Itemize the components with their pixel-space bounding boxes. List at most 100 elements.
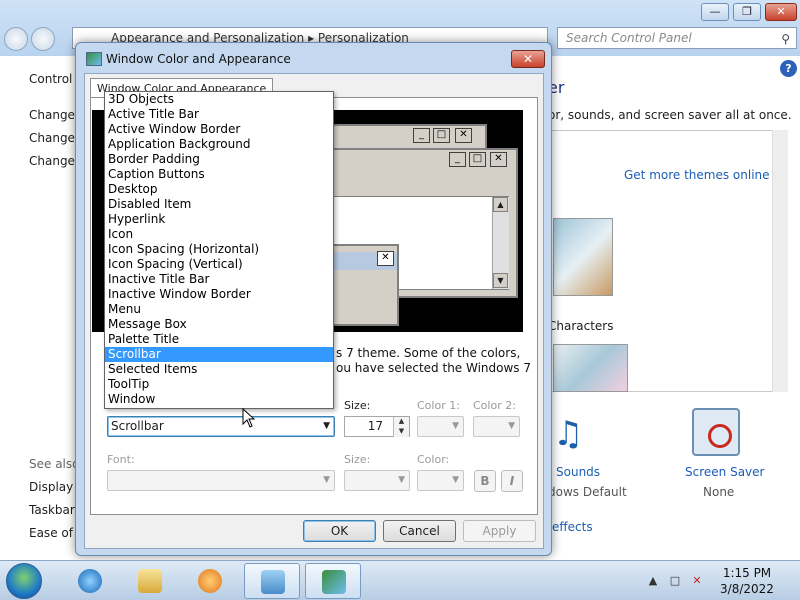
- control-panel-icon: [261, 570, 285, 594]
- item-select[interactable]: Scrollbar ▼: [107, 416, 335, 437]
- color1-label: Color 1:: [417, 399, 460, 412]
- minimize-button[interactable]: —: [701, 3, 729, 21]
- font-select[interactable]: ▼: [107, 470, 335, 491]
- preview-message-box: ✕: [327, 244, 399, 326]
- nav-link[interactable]: Change: [29, 131, 75, 145]
- theme-thumbnail[interactable]: [553, 218, 613, 296]
- effects-link[interactable]: effects: [552, 520, 593, 534]
- taskbar-item-control-panel[interactable]: [244, 563, 300, 599]
- theme-thumbnail[interactable]: [553, 344, 628, 392]
- clock-time[interactable]: 1:15 PM: [712, 566, 782, 580]
- size-stepper[interactable]: 17 ▲ ▼: [344, 416, 410, 437]
- network-icon[interactable]: □: [668, 574, 682, 588]
- dropdown-option[interactable]: Icon Spacing (Vertical): [105, 257, 333, 272]
- preview-scrollbar: ▲ ▼: [492, 197, 509, 289]
- minimize-icon: _: [449, 152, 466, 167]
- help-icon[interactable]: ?: [780, 60, 797, 77]
- taskbar-item-ie[interactable]: [62, 563, 118, 599]
- chevron-down-icon: ▼: [323, 421, 330, 431]
- font-size-select[interactable]: ▼: [344, 470, 410, 491]
- see-also-heading: See also: [29, 457, 80, 471]
- ok-button[interactable]: OK: [303, 520, 376, 542]
- display-settings-icon: [322, 570, 346, 594]
- apply-button[interactable]: Apply: [463, 520, 536, 542]
- chevron-down-icon: ▼: [398, 475, 405, 485]
- clock-date[interactable]: 3/8/2022: [712, 582, 782, 596]
- dropdown-option[interactable]: Active Window Border: [105, 122, 333, 137]
- taskbar-item-explorer[interactable]: [122, 563, 178, 599]
- minimize-icon: _: [413, 128, 430, 143]
- search-placeholder: Search Control Panel: [566, 31, 692, 45]
- dropdown-option[interactable]: Desktop: [105, 182, 333, 197]
- maximize-icon: □: [433, 128, 450, 143]
- media-player-icon: [198, 569, 222, 593]
- start-button[interactable]: [6, 563, 42, 599]
- cancel-button[interactable]: Cancel: [383, 520, 456, 542]
- chevron-down-icon: ▼: [452, 475, 459, 485]
- see-also-link[interactable]: Display: [29, 480, 73, 494]
- internet-explorer-icon: [78, 569, 102, 593]
- dropdown-option[interactable]: Icon: [105, 227, 333, 242]
- close-button[interactable]: ✕: [765, 3, 797, 21]
- chevron-down-icon: ▼: [508, 421, 515, 431]
- maximize-button[interactable]: ❐: [733, 3, 761, 21]
- font-color-picker[interactable]: ▼: [417, 470, 464, 491]
- dropdown-option[interactable]: Palette Title: [105, 332, 333, 347]
- dropdown-option[interactable]: Window: [105, 392, 333, 407]
- dropdown-option[interactable]: Hyperlink: [105, 212, 333, 227]
- taskbar: ▲ □ ✕ 1:15 PM 3/8/2022: [0, 560, 800, 600]
- folder-icon: [138, 569, 162, 593]
- dropdown-option[interactable]: Selected Items: [105, 362, 333, 377]
- forward-button[interactable]: [31, 27, 55, 51]
- item-select-value: Scrollbar: [110, 419, 316, 434]
- dropdown-option[interactable]: Scrollbar: [105, 347, 333, 362]
- preview-titlebar: _ □ ✕: [329, 150, 516, 170]
- close-icon: ✕: [377, 251, 394, 266]
- dropdown-option[interactable]: ToolTip: [105, 377, 333, 392]
- font-size-label: Size:: [344, 453, 371, 466]
- search-input[interactable]: Search Control Panel ⚲: [557, 27, 797, 49]
- size-value: 17: [367, 419, 383, 433]
- dropdown-option[interactable]: Caption Buttons: [105, 167, 333, 182]
- dropdown-option[interactable]: Active Title Bar: [105, 107, 333, 122]
- size-label: Size:: [344, 399, 371, 412]
- dropdown-option[interactable]: Message Box: [105, 317, 333, 332]
- dropdown-option[interactable]: Border Padding: [105, 152, 333, 167]
- bold-button[interactable]: B: [474, 470, 496, 492]
- info-text-line: ou have selected the Windows 7: [336, 361, 532, 375]
- color1-picker[interactable]: ▼: [417, 416, 464, 437]
- mouse-cursor-icon: [242, 408, 256, 428]
- dropdown-option[interactable]: Icon Spacing (Horizontal): [105, 242, 333, 257]
- close-icon: ✕: [490, 152, 507, 167]
- screen-saver-link[interactable]: Screen Saver: [685, 465, 764, 479]
- display-icon: [86, 52, 102, 66]
- screen-saver-icon[interactable]: [692, 408, 740, 456]
- dropdown-option[interactable]: Disabled Item: [105, 197, 333, 212]
- taskbar-item-media-player[interactable]: [182, 563, 238, 599]
- sounds-link[interactable]: Sounds: [556, 465, 600, 479]
- volume-icon[interactable]: ✕: [690, 574, 704, 588]
- dropdown-option[interactable]: Inactive Title Bar: [105, 272, 333, 287]
- dropdown-option[interactable]: Inactive Window Border: [105, 287, 333, 302]
- spin-up-icon[interactable]: ▲: [393, 417, 409, 427]
- search-icon[interactable]: ⚲: [781, 29, 790, 49]
- dropdown-option[interactable]: Application Background: [105, 137, 333, 152]
- show-hidden-icons-icon[interactable]: ▲: [646, 574, 660, 588]
- close-icon: ✕: [455, 128, 472, 143]
- color2-picker[interactable]: ▼: [473, 416, 520, 437]
- font-label: Font:: [107, 453, 135, 466]
- themes-scrollbar[interactable]: [772, 130, 788, 392]
- dialog-close-button[interactable]: ✕: [511, 50, 545, 68]
- maximize-icon: □: [469, 152, 486, 167]
- nav-link[interactable]: Change: [29, 108, 75, 122]
- item-dropdown-list[interactable]: 3D Objects Active Title Bar Active Window …: [104, 91, 334, 409]
- back-button[interactable]: [4, 27, 28, 51]
- italic-button[interactable]: I: [501, 470, 523, 492]
- dropdown-option[interactable]: 3D Objects: [105, 92, 333, 107]
- sounds-icon[interactable]: ♫: [553, 410, 601, 458]
- spin-down-icon[interactable]: ▼: [393, 427, 409, 437]
- taskbar-item-display-settings[interactable]: [305, 563, 361, 599]
- screen-saver-value: None: [703, 485, 735, 499]
- dropdown-option[interactable]: Menu: [105, 302, 333, 317]
- get-more-themes-link[interactable]: Get more themes online: [624, 168, 770, 182]
